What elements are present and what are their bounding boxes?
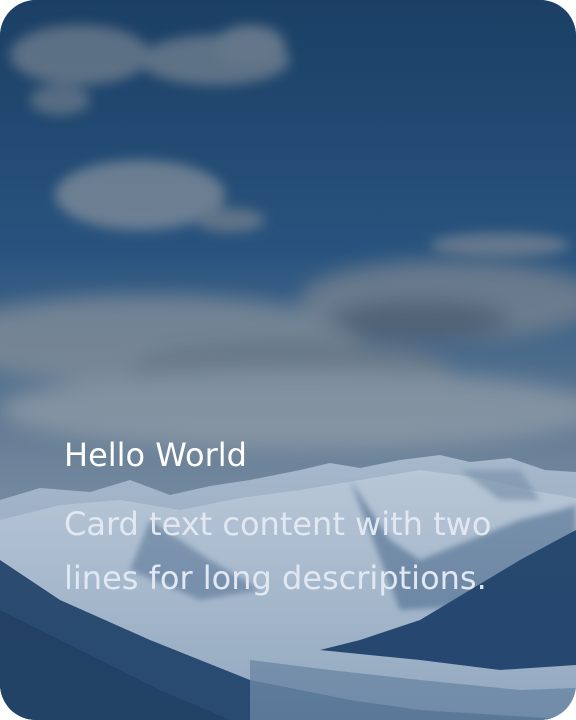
card-title: Hello World xyxy=(64,436,247,474)
mountain-landscape-image xyxy=(0,0,576,720)
card-text: Card text content with two lines for lon… xyxy=(64,505,492,597)
card-content: Hello World Card text content with two l… xyxy=(64,433,504,605)
card: Hello World Card text content with two l… xyxy=(0,0,576,720)
